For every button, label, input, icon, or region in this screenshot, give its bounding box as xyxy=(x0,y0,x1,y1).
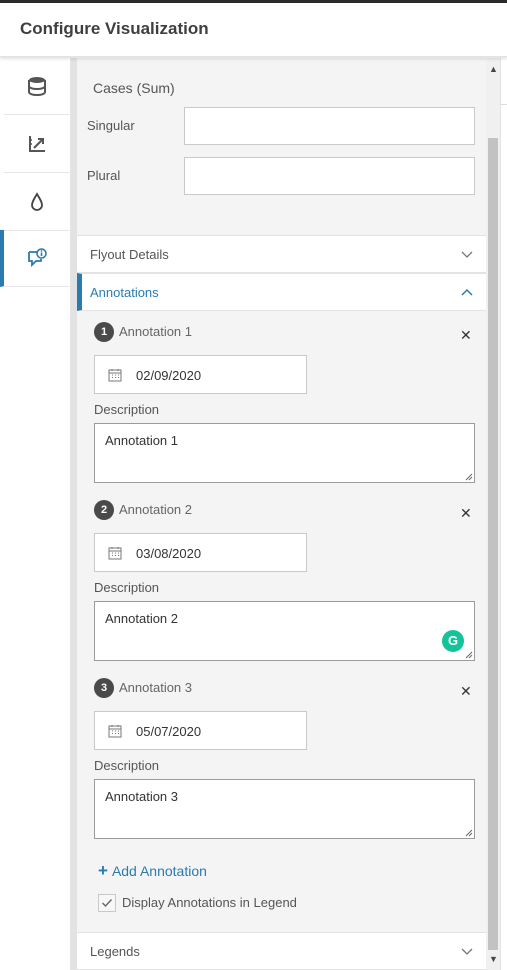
calendar-icon xyxy=(108,369,122,382)
annotations-section[interactable]: Annotations xyxy=(77,273,486,311)
description-text: Annotation 2 xyxy=(105,611,179,626)
display-in-legend-checkbox[interactable] xyxy=(98,894,116,912)
flyout-details-section[interactable]: Flyout Details xyxy=(77,235,486,273)
annotation-date-input[interactable]: 02/09/2020 xyxy=(94,355,307,394)
annotation-title: Annotation 3 xyxy=(119,680,193,695)
close-icon[interactable]: ✕ xyxy=(460,327,472,344)
page-title: Configure Visualization xyxy=(20,19,209,38)
scroll-up-arrow-icon[interactable]: ▲ xyxy=(489,64,498,74)
plural-input[interactable] xyxy=(184,157,475,195)
annotation-title: Annotation 2 xyxy=(119,502,193,517)
color-drop-icon xyxy=(31,192,43,211)
annotation-number-badge: 2 xyxy=(94,500,114,520)
grammarly-icon[interactable]: G xyxy=(442,630,464,652)
nav-item-axis[interactable] xyxy=(4,116,70,173)
nav-item-color[interactable] xyxy=(4,174,70,231)
plural-label: Plural xyxy=(87,168,121,183)
chevron-up-icon xyxy=(461,288,473,296)
description-text: Annotation 1 xyxy=(105,433,179,448)
annotation-date-value: 05/07/2020 xyxy=(136,724,202,739)
scrollbar-thumb[interactable] xyxy=(488,138,498,950)
annotation-date-input[interactable]: 05/07/2020 xyxy=(94,711,307,750)
description-label: Description xyxy=(94,580,160,595)
calendar-icon xyxy=(108,547,122,560)
annotations-label: Annotations xyxy=(90,285,159,300)
config-panel: Cases (Sum) Singular Plural Flyout Detai… xyxy=(71,58,486,970)
database-icon xyxy=(28,77,46,97)
singular-label: Singular xyxy=(87,118,135,133)
legends-label: Legends xyxy=(90,944,140,959)
annotation-date-value: 03/08/2020 xyxy=(136,546,202,561)
right-edge xyxy=(500,58,507,970)
display-in-legend-label: Display Annotations in Legend xyxy=(122,895,297,910)
close-icon[interactable]: ✕ xyxy=(460,505,472,522)
description-label: Description xyxy=(94,758,160,773)
cases-title: Cases (Sum) xyxy=(93,80,175,96)
annotation-comment-icon xyxy=(28,248,47,268)
annotation-number-badge: 3 xyxy=(94,678,114,698)
nav-item-data[interactable] xyxy=(4,58,70,115)
description-text: Annotation 3 xyxy=(105,789,179,804)
annotation-date-value: 02/09/2020 xyxy=(136,368,202,383)
description-textarea[interactable]: Annotation 1 xyxy=(94,423,475,483)
vertical-scrollbar[interactable]: ▲ ▼ xyxy=(486,58,500,970)
scroll-down-arrow-icon[interactable]: ▼ xyxy=(489,954,498,964)
singular-input[interactable] xyxy=(184,107,475,145)
annotation-number-badge: 1 xyxy=(94,322,114,342)
calendar-icon xyxy=(108,725,122,738)
resize-grip-icon[interactable] xyxy=(464,828,473,837)
annotation-title: Annotation 1 xyxy=(119,324,193,339)
add-annotation-label: Add Annotation xyxy=(111,863,207,879)
description-textarea[interactable]: Annotation 3 xyxy=(94,779,475,839)
checkmark-icon xyxy=(102,899,113,908)
chevron-down-icon xyxy=(461,948,473,955)
resize-grip-icon[interactable] xyxy=(464,472,473,481)
legends-section[interactable]: Legends xyxy=(77,932,486,970)
add-annotation-button[interactable]: + Add Annotation xyxy=(98,861,207,881)
chevron-down-icon xyxy=(461,251,473,258)
resize-grip-icon[interactable] xyxy=(464,650,473,659)
close-icon[interactable]: ✕ xyxy=(460,683,472,700)
header: Configure Visualization xyxy=(0,3,507,57)
nav-item-annotations[interactable] xyxy=(0,230,70,287)
flyout-details-label: Flyout Details xyxy=(90,247,169,262)
chart-axis-icon xyxy=(29,136,45,152)
description-textarea[interactable]: Annotation 2 G xyxy=(94,601,475,661)
description-label: Description xyxy=(94,402,160,417)
plus-icon: + xyxy=(98,861,108,880)
left-nav xyxy=(0,58,71,970)
annotation-date-input[interactable]: 03/08/2020 xyxy=(94,533,307,572)
